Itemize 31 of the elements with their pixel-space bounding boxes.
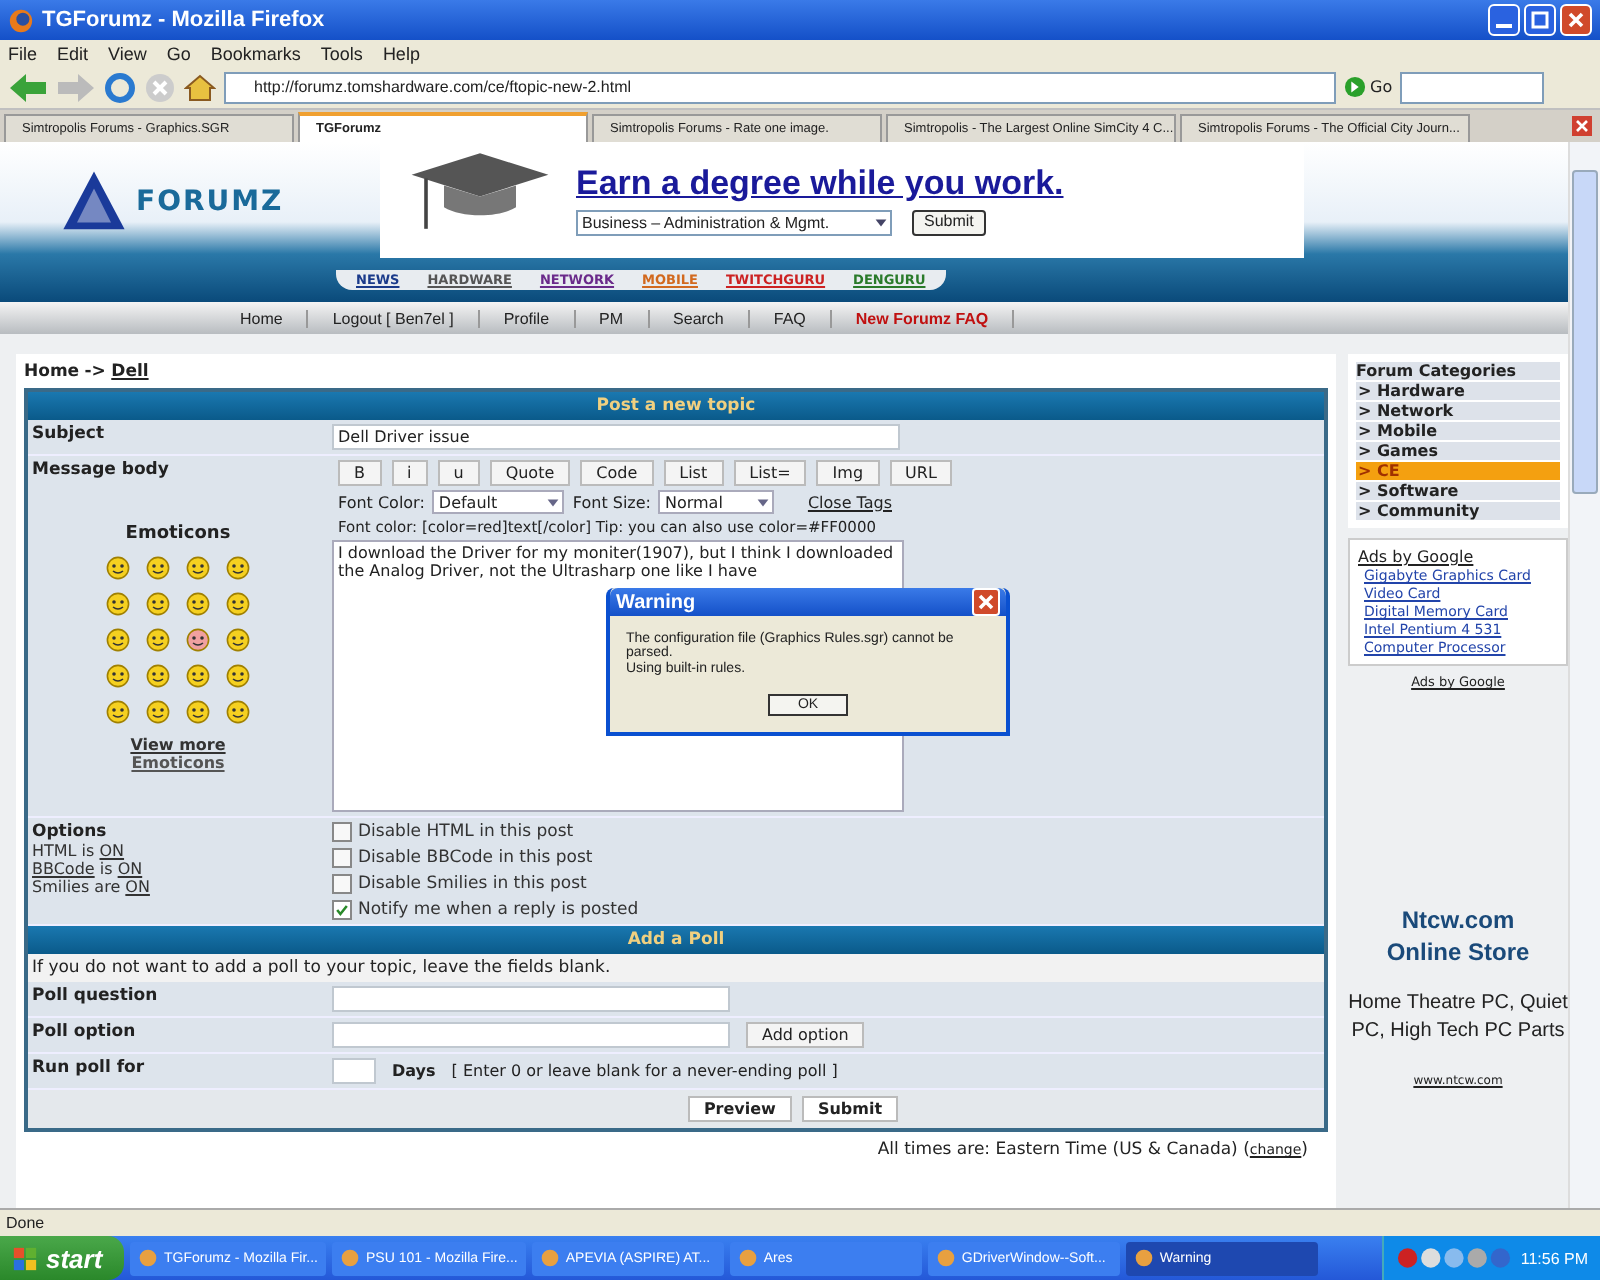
clock: 11:56 PM <box>1520 1249 1588 1267</box>
store-title: Ntcw.com <box>1399 906 1517 934</box>
window-title: TGForumz - Mozilla Firefox <box>42 8 327 32</box>
font-size-label: Font Size: <box>572 493 651 511</box>
checkbox-label: Notify me when a reply is posted <box>358 900 639 920</box>
dialog-title: Warning <box>616 591 696 613</box>
font-color-label: Font Color: <box>338 493 425 511</box>
store-description: Home Theatre PC, Quiet PC, High Tech PC Parts <box>1348 990 1568 1046</box>
field-label: Message body <box>32 460 171 480</box>
categories-heading: Forum Categories <box>1356 362 1560 380</box>
site-logo: FORUMZ <box>136 186 284 218</box>
field-label: Subject <box>32 424 107 444</box>
breadcrumb-separator: -> <box>84 362 106 382</box>
checkbox-label: Disable HTML in this post <box>358 822 574 842</box>
option-status: BBCode is ON <box>32 860 145 878</box>
options-heading: Options <box>32 822 109 842</box>
store-title: Online Store <box>1384 938 1532 966</box>
field-label: Poll question <box>32 986 160 1006</box>
checkbox-label: Disable BBCode in this post <box>358 848 593 868</box>
panel-header: Post a new topic <box>28 392 1324 420</box>
status-text: Done <box>6 1214 45 1232</box>
option-status: HTML is ON <box>32 842 127 860</box>
checkbox-label: Disable Smilies in this post <box>358 874 587 894</box>
panel-header: Add a Poll <box>28 926 1324 954</box>
option-status: Smilies are ON <box>32 878 152 896</box>
field-label: Poll option <box>32 1022 138 1042</box>
field-label: Run poll for <box>32 1058 147 1078</box>
poll-hint: If you do not want to add a poll to your topic, leave the fields blank. <box>28 954 1324 982</box>
days-label: Days <box>392 1062 436 1080</box>
emoticons-heading: Emoticons <box>123 524 233 544</box>
poll-note: [ Enter 0 or leave blank for a never-ending poll ] <box>451 1062 838 1080</box>
